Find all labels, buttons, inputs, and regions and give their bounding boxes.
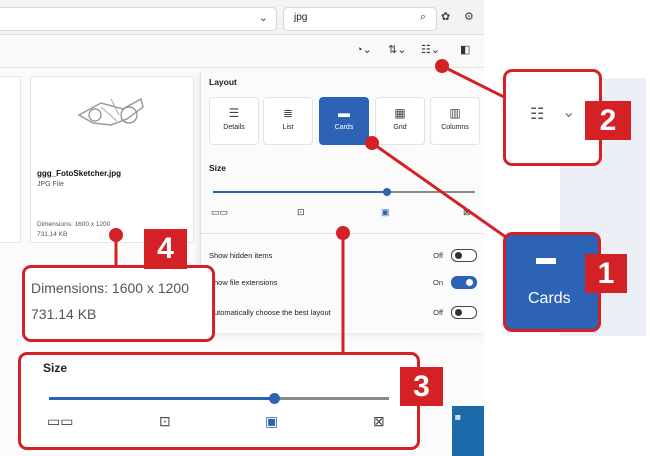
toggle-state: On (432, 278, 443, 287)
toggle-state: Off (433, 308, 443, 317)
cards-icon: ▬ (338, 106, 350, 120)
toggle-label: Automatically choose the best layout (209, 308, 331, 317)
layout-grid-button[interactable]: ▦ Grid (375, 97, 425, 145)
callout-dot (336, 226, 350, 240)
file-dimensions: Dimensions: 1600 x 1200 (31, 280, 189, 296)
chevron-down-icon[interactable]: ⌄ (259, 11, 268, 24)
layout-label: Cards (334, 124, 354, 131)
size-slider-fill (213, 191, 387, 193)
size-slider-thumb[interactable] (383, 188, 391, 196)
file-name: ggg_FotoSketcher.jpg (37, 169, 122, 178)
callout-dot (365, 136, 379, 150)
callout-number: 2 (585, 101, 631, 140)
file-type: JPG File (37, 181, 64, 188)
layout-flyout: Layout ☰ Details ≣ List ▬ Cards ▦ Grid ▥… (200, 71, 484, 333)
toggle-knob (455, 252, 462, 259)
size-title: Size (43, 361, 68, 375)
sort-icon[interactable]: ◔⌄ (356, 43, 372, 56)
callout-number: 1 (585, 254, 627, 293)
medium-icons-icon[interactable]: ⊡ (297, 207, 305, 218)
toggle-label: Show file extensions (209, 278, 278, 287)
details-icon: ☰ (228, 106, 240, 120)
layout-list-button[interactable]: ≣ List (263, 97, 313, 145)
small-icons-icon[interactable]: ▭▭ (211, 207, 228, 218)
layout-columns-button[interactable]: ▥ Columns (430, 97, 480, 145)
book-cover-art: ▤ (455, 415, 461, 421)
toggle-label: Show hidden items (209, 251, 273, 260)
toggle-switch[interactable] (451, 276, 477, 289)
view-icon: ☷ (530, 106, 545, 123)
layout-details-button[interactable]: ☰ Details (209, 97, 259, 145)
layout-label: Columns (441, 124, 469, 131)
callout-dot (109, 228, 123, 242)
columns-icon: ▥ (449, 106, 461, 120)
size-title: Size (209, 163, 227, 173)
extra-large-icons-icon: ⊠ (373, 413, 385, 429)
toggle-switch[interactable] (451, 306, 477, 319)
search-input[interactable]: jpg ⌕ (283, 7, 437, 31)
layout-cards-button[interactable]: ▬ Cards (319, 97, 369, 145)
size-slider-fill (49, 397, 274, 400)
chevron-down-icon: ⌄ (562, 104, 576, 121)
toggle-row-best-layout[interactable]: Automatically choose the best layout Off (209, 304, 479, 324)
cards-label: Cards (528, 290, 571, 307)
book-cover-thumbnail: ▤ (452, 406, 484, 456)
callout-number: 4 (144, 229, 187, 269)
file-card[interactable]: ggg_FotoSketcher.jpg JPG File Dimensions… (30, 76, 194, 243)
list-icon: ≣ (282, 106, 294, 120)
small-icons-icon: ▭▭ (47, 413, 74, 429)
toggle-switch[interactable] (451, 249, 477, 262)
file-dimensions: Dimensions: 1600 x 1200 (37, 221, 111, 228)
grid-icon: ▦ (394, 106, 406, 120)
toggle-row-file-extensions[interactable]: Show file extensions On (209, 274, 479, 294)
view-icon[interactable]: ☷⌄ (421, 43, 440, 56)
arrange-icon[interactable]: ⇅⌄ (388, 43, 406, 56)
callout-file-details-zoom: Dimensions: 1600 x 1200 731.14 KB (22, 265, 215, 342)
gear-icon[interactable]: ⚙ (464, 10, 474, 23)
extra-large-icons-icon[interactable]: ⊠ (463, 207, 471, 218)
cards-icon: ▬ (536, 247, 556, 269)
search-icon[interactable]: ⌕ (420, 11, 426, 24)
search-value: jpg (294, 12, 308, 23)
file-card-partial[interactable] (0, 76, 21, 243)
layout-label: Grid (393, 124, 407, 131)
toggle-state: Off (433, 251, 443, 260)
layout-label: Details (223, 124, 245, 131)
file-size: 731.14 KB (31, 306, 97, 322)
address-bar-row: ⌄ jpg ⌕ ✿ ⚙ (0, 0, 484, 35)
copilot-icon[interactable]: ✿ (441, 10, 450, 23)
file-size: 731.14 KB (37, 231, 68, 238)
size-slider (49, 393, 389, 404)
toggle-knob (466, 279, 473, 286)
callout-dot (435, 59, 449, 73)
size-slider[interactable] (213, 188, 475, 196)
medium-icons-icon: ⊡ (159, 413, 171, 429)
command-bar: ◔⌄ ⇅⌄ ☷⌄ ◧ (0, 35, 484, 68)
large-icons-icon: ▣ (265, 413, 279, 429)
address-field[interactable]: ⌄ (0, 7, 277, 31)
large-icons-icon[interactable]: ▣ (381, 207, 390, 218)
callout-size-slider-zoom: Size ▭▭ ⊡ ▣ ⊠ (18, 352, 420, 450)
size-slider-thumb (269, 393, 280, 404)
toggle-row-hidden-items[interactable]: Show hidden items Off (209, 247, 479, 267)
details-pane-icon[interactable]: ◧ (460, 43, 470, 56)
layout-label: List (282, 124, 294, 131)
callout-number: 3 (400, 367, 443, 406)
toggle-knob (455, 309, 462, 316)
layout-title: Layout (209, 77, 237, 87)
image-thumbnail (71, 85, 151, 139)
